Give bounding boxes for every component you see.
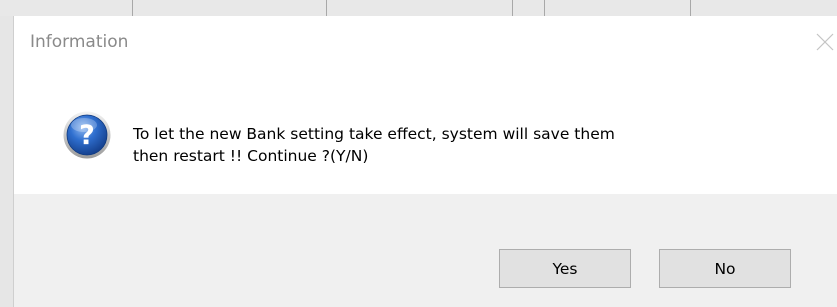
background-app-edge — [0, 16, 14, 307]
background-divider — [132, 0, 133, 16]
yes-button[interactable]: Yes — [499, 249, 631, 288]
background-divider — [512, 0, 513, 16]
dialog-content: ? To let the new Bank setting take effec… — [14, 66, 837, 194]
background-app-strip — [0, 0, 837, 17]
dialog-message: To let the new Bank setting take effect,… — [133, 125, 615, 165]
background-divider — [690, 0, 691, 16]
background-divider — [544, 0, 545, 16]
title-bar[interactable]: Information — [14, 16, 837, 66]
no-button[interactable]: No — [659, 249, 791, 288]
svg-text:?: ? — [79, 120, 95, 151]
button-bar: Yes No — [14, 194, 837, 307]
dialog-title: Information — [30, 32, 129, 52]
close-icon[interactable] — [813, 30, 837, 54]
question-icon: ? — [62, 110, 112, 160]
background-divider — [326, 0, 327, 16]
message-dialog: Information ? To let the new Bank settin… — [14, 16, 837, 307]
